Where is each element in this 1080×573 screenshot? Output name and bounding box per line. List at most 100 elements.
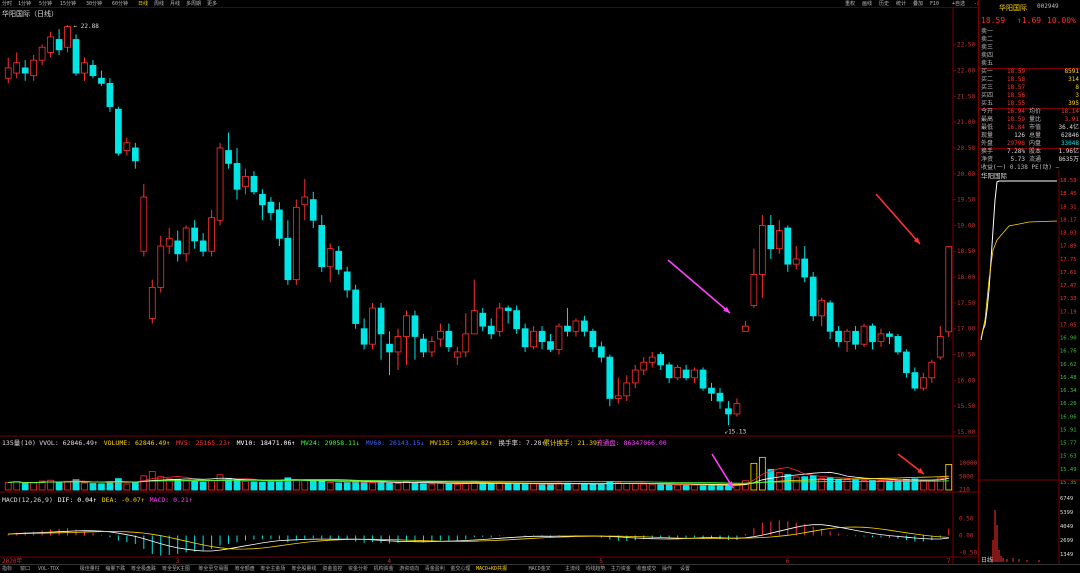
volume-bar bbox=[538, 483, 546, 491]
volume-legend-mv5: MV5: 25165.23↑ bbox=[176, 439, 231, 447]
volume-bar bbox=[623, 483, 631, 491]
candle bbox=[148, 286, 156, 319]
candle bbox=[945, 246, 953, 333]
timeframe-tab[interactable]: 月线 bbox=[170, 0, 180, 8]
price-tick-label: 22.50 bbox=[957, 42, 975, 49]
candle bbox=[691, 369, 698, 379]
volume-legend-mv135: MV135: 23049.82↑ bbox=[430, 439, 493, 447]
candle bbox=[276, 209, 283, 239]
volume-bar bbox=[81, 482, 88, 491]
candle bbox=[928, 361, 936, 379]
stat-row: 最高 18.59 量比 3.91 bbox=[979, 116, 1080, 124]
timeframe-tab[interactable]: 15分钟 bbox=[60, 0, 76, 8]
stat-row: 今开 16.94 均价 18.14 bbox=[979, 108, 1080, 116]
timeframe-tab[interactable]: 多周期 bbox=[186, 0, 201, 8]
stat-label: 最低 bbox=[981, 124, 994, 131]
macd-legend-macd: MACD: 0.21↑ bbox=[150, 496, 193, 504]
volume-bar bbox=[131, 481, 139, 491]
mini-price-label: 17.19 bbox=[1060, 309, 1077, 315]
candle bbox=[259, 194, 266, 206]
candle bbox=[826, 302, 834, 332]
stat-label: 流通 bbox=[1029, 156, 1042, 163]
toolbar-menu-item[interactable]: F10 bbox=[930, 0, 939, 8]
toolbar-menu-item[interactable]: +自选 bbox=[952, 0, 965, 8]
volume-bar bbox=[742, 480, 749, 491]
price-tick-label: 20.00 bbox=[957, 171, 975, 178]
timeframe-tab[interactable]: 日线 bbox=[138, 0, 148, 8]
stat-value: 29798 bbox=[1006, 140, 1025, 147]
candle bbox=[733, 403, 741, 415]
timeframe-tab[interactable]: 分时 bbox=[2, 0, 12, 8]
quote-row: 卖五 bbox=[979, 60, 1080, 68]
timeframe-tab[interactable]: 60分钟 bbox=[112, 0, 128, 8]
mini-price-label: 16.48 bbox=[1060, 375, 1077, 381]
candle bbox=[657, 354, 665, 366]
candle bbox=[250, 175, 258, 193]
candle bbox=[674, 367, 681, 379]
toolbar-menu-item[interactable]: 叠加 bbox=[913, 0, 923, 8]
timeframe-tab[interactable]: 周线 bbox=[154, 0, 164, 8]
candle bbox=[665, 364, 673, 379]
volume-bar bbox=[809, 475, 817, 491]
volume-legend-mv24: MV24: 29058.11↓ bbox=[301, 439, 360, 447]
candle bbox=[530, 330, 537, 348]
toolbar-menu-item[interactable]: 历史 bbox=[879, 0, 889, 8]
mini-price-label: 16.20 bbox=[1060, 401, 1077, 407]
price-tick-label: 21.50 bbox=[957, 93, 975, 100]
candle bbox=[165, 237, 173, 247]
volume-bar bbox=[377, 481, 385, 491]
mini-volume-label: 4049 bbox=[1060, 524, 1073, 530]
timeframe-tab[interactable]: 5分钟 bbox=[39, 0, 52, 8]
candle bbox=[504, 307, 512, 312]
quote-row-label: 买四 bbox=[981, 92, 994, 99]
price-tick-label: 19.50 bbox=[957, 197, 975, 204]
candle bbox=[648, 356, 656, 363]
candle bbox=[725, 408, 732, 415]
price-tick-label: 17.50 bbox=[957, 300, 975, 307]
stat-label: 最高 bbox=[981, 116, 994, 123]
volume-bar bbox=[462, 482, 470, 491]
mini-price-label: 16.34 bbox=[1060, 388, 1077, 394]
candle bbox=[555, 325, 563, 350]
volume-bar bbox=[309, 480, 317, 491]
candle bbox=[123, 142, 131, 151]
candle bbox=[394, 336, 402, 353]
candle bbox=[13, 62, 21, 74]
timeframe-tab[interactable]: 30分钟 bbox=[86, 0, 102, 8]
volume-bar bbox=[369, 482, 376, 491]
candle bbox=[216, 147, 224, 221]
quote-row-label: 买五 bbox=[981, 100, 994, 107]
volume-tick-label: 210 bbox=[959, 486, 970, 493]
toolbar-menu-item[interactable]: 重权 bbox=[845, 0, 855, 8]
stat-label: 市值 bbox=[1029, 124, 1042, 131]
price-tick-label: 16.50 bbox=[957, 352, 975, 359]
stock-name[interactable]: 华阳国际 bbox=[999, 3, 1027, 13]
quote-panel: 华阳国际 002949 18.59 ↑1.69 10.00% 卖一 卖二 卖三 卖四卖… bbox=[978, 0, 1080, 564]
volume-bar bbox=[564, 482, 571, 491]
quote-row: 买三 18.57 8 bbox=[979, 84, 1080, 92]
mini-price-label: 16.76 bbox=[1060, 349, 1077, 355]
volume-bar bbox=[182, 480, 190, 491]
toolbar-menu-item[interactable]: 画线 bbox=[862, 0, 872, 8]
price-tick-label: 18.50 bbox=[957, 248, 975, 255]
last-price: 18.59 bbox=[981, 16, 1006, 25]
price-tick-label: 15.50 bbox=[957, 403, 975, 410]
candle bbox=[30, 59, 38, 77]
candle bbox=[470, 310, 478, 335]
price-tick-label: 19.00 bbox=[957, 222, 975, 229]
candle bbox=[572, 320, 580, 332]
volume-bar bbox=[513, 483, 520, 491]
toolbar-menu-item[interactable]: 统计 bbox=[896, 0, 906, 8]
kline-chart[interactable]: 22.50 22.00 21.50 21.00 20.50 20.00 19.50 19.00… bbox=[0, 8, 978, 564]
timeframe-tab[interactable]: 更多 bbox=[207, 0, 217, 8]
quote-row: 买五 18.55 395 bbox=[979, 100, 1080, 108]
volume-bar bbox=[13, 481, 21, 491]
mini-price-label: 15.63 bbox=[1060, 454, 1077, 460]
volume-tick-label: 5000 bbox=[959, 473, 974, 480]
volume-bar bbox=[691, 484, 698, 491]
candle bbox=[284, 237, 292, 281]
candle bbox=[199, 240, 207, 252]
timeframe-tab[interactable]: 1分钟 bbox=[18, 0, 31, 8]
mini-price-label: 15.35 bbox=[1060, 480, 1077, 486]
intraday-mini-chart[interactable]: 华阳国际 18.59 18.45 18.31 18.17 18.03 17.89 17.75 1… bbox=[979, 170, 1080, 564]
